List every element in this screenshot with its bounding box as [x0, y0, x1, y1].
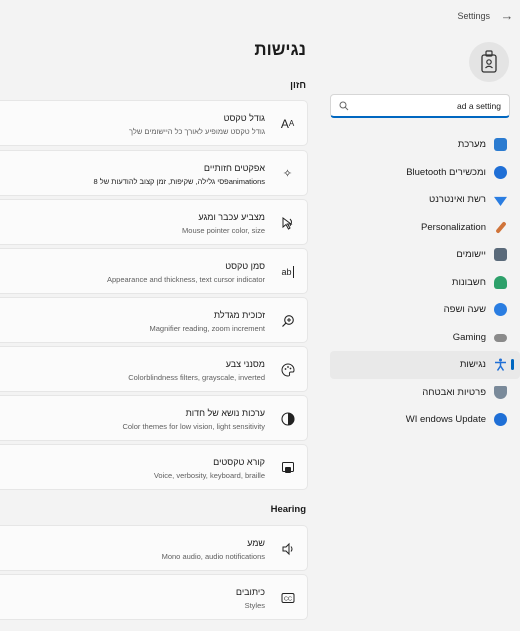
setting-card-narrator[interactable]: קורא טקסטים Voice, verbosity, keyboard, …	[0, 444, 308, 490]
section-title-hearing: Hearing	[270, 504, 306, 515]
card-title: מצביע עכבר ומגע	[198, 212, 265, 222]
svg-text:CC: CC	[284, 596, 292, 602]
palette-icon	[280, 362, 295, 377]
card-subtitle: Appearance and thickness, text cursor in…	[106, 275, 265, 284]
sidebar-item-label: רשת ואינטרנט	[429, 194, 486, 205]
card-subtitle: Styles	[244, 601, 265, 610]
card-title: זכוכית מגדלת	[213, 310, 265, 320]
contrast-icon	[280, 411, 295, 426]
gaming-icon	[494, 333, 507, 342]
sidebar-item-label: פרטיות ואבטחה	[422, 386, 486, 398]
card-subtitle: פסי גלילה, שקיפות, זמן קצוב להודעות של 8…	[93, 177, 265, 186]
app-title: Settings	[457, 11, 490, 21]
card-subtitle: Mouse pointer color, size	[182, 226, 265, 235]
sidebar-item-label: Gaming	[452, 331, 486, 343]
card-subtitle: גודל טקסט שמופיע לאורך כל היישומים שלך	[129, 127, 265, 136]
sidebar-item-personalization[interactable]: Personalization	[330, 214, 520, 242]
bluetooth-icon	[494, 165, 507, 179]
sidebar-item-apps[interactable]: יישומים	[330, 241, 520, 269]
page-title: נגישות	[254, 40, 306, 59]
apps-icon	[494, 248, 507, 261]
system-icon	[494, 138, 507, 151]
narrator-icon	[280, 460, 295, 475]
setting-card-audio[interactable]: שמע Mono audio, audio notifications	[0, 525, 308, 571]
sparkle-icon: ✧	[282, 168, 293, 180]
sidebar-item-time-language[interactable]: שעה ושפה	[330, 296, 520, 324]
sidebar-item-windows-update[interactable]: WI endows Update	[330, 406, 520, 434]
back-arrow-icon[interactable]: →	[500, 9, 514, 23]
sidebar-nav: מערכת Bluetooth ומכשירים רשת ואינטרנט Pe…	[324, 131, 520, 434]
sidebar-item-accessibility[interactable]: נגישות	[330, 351, 520, 379]
card-title: גודל טקסט	[223, 113, 265, 123]
card-title: אפקטים חזותיים	[203, 163, 265, 173]
card-title: קורא טקסטים	[213, 457, 265, 467]
windows-update-icon	[494, 413, 507, 426]
sidebar-item-bluetooth[interactable]: Bluetooth ומכשירים	[330, 159, 520, 187]
sidebar-item-label: WI endows Update	[405, 414, 486, 425]
card-subtitle: Color themes for low vision, light sensi…	[122, 422, 265, 431]
card-subtitle: Colorblindness filters, grayscale, inver…	[128, 373, 265, 382]
setting-card-mouse-pointer[interactable]: מצביע עכבר ומגע Mouse pointer color, siz…	[0, 199, 308, 245]
sidebar-item-privacy[interactable]: פרטיות ואבטחה	[330, 379, 520, 407]
wifi-icon	[494, 196, 507, 206]
text-cursor-icon: ab	[281, 265, 294, 278]
text-size-icon: AA	[280, 116, 295, 131]
card-title: מסנני צבע	[225, 359, 265, 369]
search-input[interactable]: ad a setting	[330, 94, 510, 118]
sidebar-item-gaming[interactable]: Gaming	[330, 324, 520, 352]
captions-icon: CC	[280, 590, 295, 605]
sidebar-item-network[interactable]: רשת ואינטרנט	[330, 186, 520, 214]
accounts-icon	[494, 275, 507, 289]
sidebar-item-label: מערכת	[457, 139, 486, 150]
search-value: ad a setting	[457, 101, 501, 111]
mouse-pointer-icon	[280, 215, 295, 230]
badge-icon	[481, 50, 497, 73]
setting-card-text-cursor[interactable]: ab סמן טקסט Appearance and thickness, te…	[0, 248, 308, 294]
paint-brush-icon	[495, 220, 507, 234]
setting-card-color-filters[interactable]: מסנני צבע Colorblindness filters, graysc…	[0, 346, 308, 392]
section-title-vision: חזון	[290, 80, 306, 91]
sidebar: ad a setting מערכת Bluetooth ומכשירים רש…	[324, 34, 520, 631]
setting-card-text-size[interactable]: AA גודל טקסט גודל טקסט שמופיע לאורך כל ה…	[0, 100, 308, 146]
card-subtitle: Voice, verbosity, keyboard, braille	[153, 471, 265, 480]
sidebar-item-system[interactable]: מערכת	[330, 131, 520, 159]
sidebar-item-label: Bluetooth ומכשירים	[406, 166, 486, 178]
audio-icon	[280, 541, 295, 556]
sidebar-item-label: חשבונות	[451, 276, 486, 288]
card-title: שמע	[247, 538, 265, 548]
card-title: כיתובים	[235, 587, 265, 597]
time-language-icon	[494, 303, 507, 316]
sidebar-item-accounts[interactable]: חשבונות	[330, 269, 520, 297]
setting-card-visual-effects[interactable]: ✧ אפקטים חזותיים פסי גלילה, שקיפות, זמן …	[0, 150, 308, 196]
sidebar-item-label: יישומים	[456, 249, 486, 260]
shield-icon	[494, 385, 507, 399]
sidebar-item-label: שעה ושפה	[443, 304, 486, 315]
sidebar-item-label: נגישות	[459, 359, 486, 370]
card-title: ערכות נושא של חדות	[185, 408, 265, 418]
accessibility-icon	[494, 358, 507, 371]
card-subtitle: Magnifier reading, zoom increment	[149, 324, 265, 333]
search-icon[interactable]	[339, 101, 349, 111]
magnifier-icon	[280, 313, 295, 328]
main-content: נגישות חזון AA גודל טקסט גודל טקסט שמופי…	[0, 34, 322, 631]
card-subtitle: Mono audio, audio notifications	[161, 552, 265, 561]
setting-card-contrast-themes[interactable]: ערכות נושא של חדות Color themes for low …	[0, 395, 308, 441]
title-bar: → Settings	[0, 0, 520, 34]
card-title: סמן טקסט	[225, 261, 265, 271]
setting-card-captions[interactable]: CC כיתובים Styles	[0, 574, 308, 620]
setting-card-magnifier[interactable]: זכוכית מגדלת Magnifier reading, zoom inc…	[0, 297, 308, 343]
sidebar-item-label: Personalization	[421, 221, 486, 233]
avatar[interactable]	[469, 42, 509, 82]
